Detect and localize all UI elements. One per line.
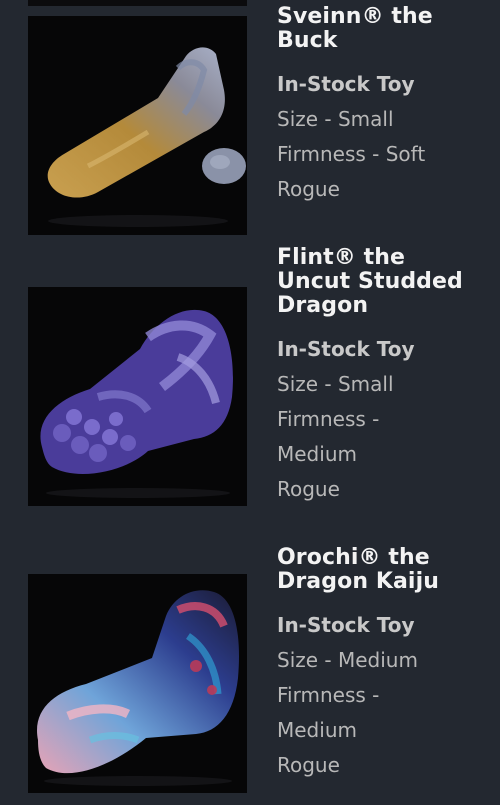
- product-info-flint: Flint® the Uncut Studded Dragon In-Stock…: [277, 246, 492, 507]
- style-label: Rogue: [277, 477, 340, 501]
- stock-status: In-Stock Toy: [277, 613, 415, 637]
- style-label: Rogue: [277, 753, 340, 777]
- size-label: Size - Small: [277, 372, 394, 396]
- flint-toy-image: [28, 287, 247, 506]
- firmness-label: Firmness -: [277, 407, 380, 431]
- firmness-value: Medium: [277, 442, 357, 466]
- firmness-value: Medium: [277, 718, 357, 742]
- product-title-line[interactable]: Dragon: [277, 293, 368, 318]
- product-title-line[interactable]: Orochi® the: [277, 545, 430, 570]
- product-image-orochi[interactable]: [28, 574, 247, 793]
- product-image-sveinn[interactable]: [28, 16, 247, 235]
- product-info-orochi: Orochi® the Dragon Kaiju In-Stock Toy Si…: [277, 546, 492, 783]
- style-label: Rogue: [277, 177, 340, 201]
- sveinn-toy-image: [28, 16, 247, 235]
- product-image-flint[interactable]: [28, 287, 247, 506]
- product-title-line[interactable]: Sveinn® the: [277, 4, 433, 29]
- product-info-sveinn: Sveinn® the Buck In-Stock Toy Size - Sma…: [277, 5, 492, 207]
- product-title[interactable]: Sveinn® the Buck: [277, 5, 492, 53]
- firmness-label: Firmness - Soft: [277, 142, 426, 166]
- product-title-line[interactable]: Uncut Studded: [277, 269, 463, 294]
- product-title[interactable]: Flint® the Uncut Studded Dragon: [277, 246, 492, 318]
- orochi-toy-image: [28, 574, 247, 793]
- size-label: Size - Medium: [277, 648, 418, 672]
- stock-status: In-Stock Toy: [277, 337, 415, 361]
- product-title[interactable]: Orochi® the Dragon Kaiju: [277, 546, 492, 594]
- product-title-line[interactable]: Flint® the: [277, 245, 405, 270]
- previous-product-image-edge: [28, 0, 247, 6]
- product-title-line[interactable]: Dragon Kaiju: [277, 569, 439, 594]
- stock-status: In-Stock Toy: [277, 72, 415, 96]
- product-list-page: Sveinn® the Buck In-Stock Toy Size - Sma…: [0, 0, 500, 805]
- product-title-line[interactable]: Buck: [277, 28, 338, 53]
- size-label: Size - Small: [277, 107, 394, 131]
- firmness-label: Firmness -: [277, 683, 380, 707]
